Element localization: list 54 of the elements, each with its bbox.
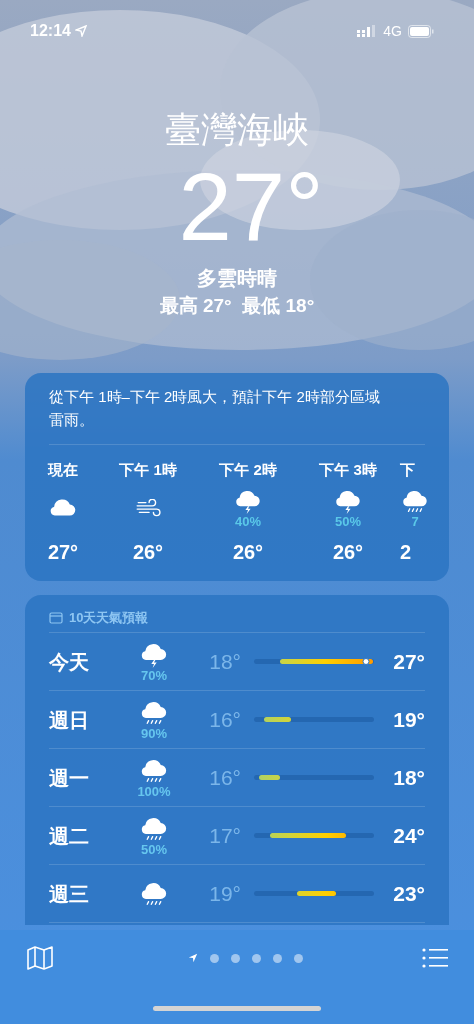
precipitation-chance: 40% [235,513,261,529]
high-temperature: 18° [392,764,425,791]
low-temperature: 19° [208,880,241,907]
network-type: 4G [383,21,402,41]
day-label: 週二 [49,823,90,849]
high-temperature: 19° [392,706,425,733]
day-label: 週一 [49,765,90,791]
low-temperature: 16° [208,764,241,791]
map-button[interactable] [26,945,54,971]
condition-text: 多雲時晴 [197,266,277,291]
hour-label: 下午 1時 [119,460,177,480]
hour-label: 現在 [48,460,78,480]
day-label: 今天 [49,649,90,675]
forecast-title: 10天天氣預報 [69,608,149,627]
hour-label: 下 [400,460,415,480]
hour-temperature: 26° [332,540,364,565]
low-temperature: 17° [208,822,241,849]
list-button[interactable] [422,947,448,969]
temperature-range-bar [297,891,336,896]
location-name: 臺灣海峽 [165,108,309,152]
battery-icon [408,24,434,38]
high-temperature: 27° [392,648,425,675]
precipitation-chance: 50% [141,841,167,857]
high-temperature: 24° [392,822,425,849]
temperature-range-bar [263,717,292,722]
map-icon [26,945,54,971]
low-temperature: 16° [208,706,241,733]
hour-label: 下午 3時 [319,460,377,480]
high-temperature: 23° [392,880,425,907]
precipitation-chance: 50% [335,513,361,529]
day-label: 週三 [49,881,90,907]
low-temperature: 18° [208,648,241,675]
hour-temperature: 27° [47,540,79,565]
precipitation-chance: 100% [137,783,171,799]
list-icon [422,947,448,969]
signal-icon [357,25,378,37]
hour-label: 下午 2時 [219,460,277,480]
precipitation-chance: 70% [141,667,167,683]
forecast-summary: 從下午 1時–下午 2時風大，預計下午 2時部分區域雷雨。 [48,387,381,430]
precipitation-chance: 90% [141,725,167,741]
temperature-range-bar [258,775,281,780]
hour-temperature: 2 [400,540,412,565]
day-label: 週日 [49,707,90,733]
hour-temperature: 26° [132,540,164,565]
wind-icon [135,499,161,517]
location-page-indicator[interactable] [187,953,198,963]
status-time: 12:14 [30,21,71,41]
location-arrow-icon [74,25,87,37]
calendar-icon [49,611,63,624]
rain-icon [139,880,169,907]
hour-temperature: 26° [232,540,264,565]
high-low-text: 最高 27° 最低 18° [159,294,315,318]
current-temperature: 27° [177,152,324,262]
precipitation-chance: 7 [411,513,419,529]
